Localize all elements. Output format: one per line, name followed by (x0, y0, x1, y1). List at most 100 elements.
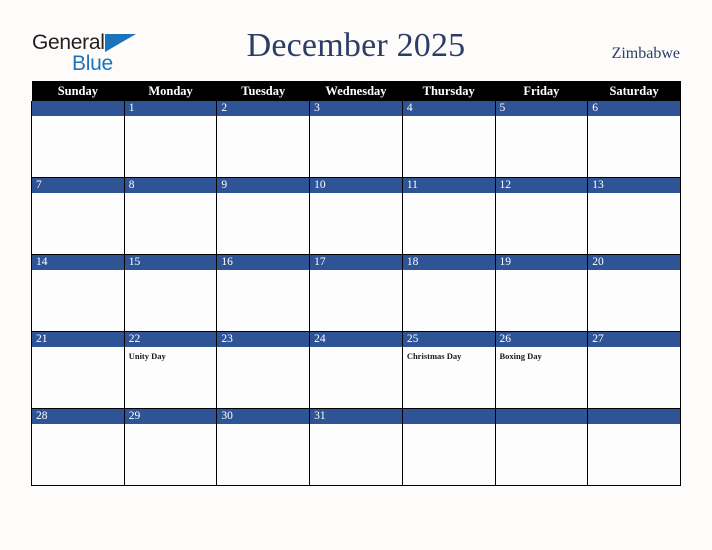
day-events: Christmas Day (403, 347, 495, 362)
calendar-day-cell[interactable]: 28 (31, 408, 125, 486)
calendar-week-row: 14 15 16 17 18 19 20 (31, 254, 681, 332)
day-cell-inner: 15 (124, 255, 217, 331)
day-cell-inner: 12 (495, 178, 588, 254)
day-cell-inner: 18 (402, 255, 495, 331)
calendar-day-cell[interactable]: 2 (216, 101, 311, 178)
weekday-header-thursday: Thursday (402, 81, 496, 101)
day-cell-inner (402, 409, 495, 485)
calendar-day-cell[interactable]: 13 (587, 177, 681, 255)
day-number: 2 (217, 101, 310, 116)
calendar-day-cell[interactable]: 4 (401, 101, 496, 178)
day-cell-inner: 17 (310, 255, 402, 331)
day-cell-inner: 7 (32, 178, 124, 254)
country-label: Zimbabwe (611, 45, 680, 62)
calendar-day-cell[interactable]: 31 (309, 408, 403, 486)
day-number: 27 (588, 332, 680, 347)
day-number: 7 (32, 178, 124, 193)
day-number: 1 (124, 101, 217, 116)
calendar-day-cell[interactable]: 18 (401, 254, 496, 332)
calendar-grid: Sunday Monday Tuesday Wednesday Thursday Frid… (31, 81, 681, 486)
day-cell-inner: 5 (495, 101, 588, 177)
calendar-day-cell[interactable]: 21 (31, 331, 125, 409)
day-number: 9 (217, 178, 310, 193)
day-events: Unity Day (125, 347, 217, 362)
day-cell-inner (495, 409, 588, 485)
day-number (588, 409, 680, 424)
calendar-day-cell[interactable]: 25 Christmas Day (401, 331, 496, 409)
day-number: 19 (495, 255, 588, 270)
day-number (402, 409, 495, 424)
day-cell-inner: 3 (310, 101, 402, 177)
calendar-day-cell[interactable]: 11 (401, 177, 496, 255)
day-cell-inner (32, 101, 124, 177)
day-number: 24 (310, 332, 402, 347)
calendar-week-row: 7 8 9 10 11 12 13 (31, 177, 681, 255)
day-cell-inner: 14 (32, 255, 124, 331)
day-number: 23 (217, 332, 310, 347)
day-number (495, 409, 588, 424)
calendar-day-cell[interactable]: 10 (309, 177, 403, 255)
day-cell-inner (588, 409, 680, 485)
calendar-day-cell[interactable]: 7 (31, 177, 125, 255)
calendar-day-cell[interactable]: 27 (587, 331, 681, 409)
calendar-day-cell[interactable]: 9 (216, 177, 311, 255)
day-number: 11 (402, 178, 495, 193)
day-number: 21 (32, 332, 124, 347)
calendar-day-cell[interactable]: 22 Unity Day (123, 331, 218, 409)
calendar-day-cell[interactable]: 6 (587, 101, 681, 178)
calendar-day-cell[interactable]: 24 (309, 331, 403, 409)
day-cell-inner: 9 (217, 178, 310, 254)
calendar-day-cell[interactable]: 19 (494, 254, 589, 332)
page-header: General Blue December 2025 Zimbabwe (0, 0, 712, 80)
day-number: 6 (588, 101, 680, 116)
weekday-header-monday: Monday (124, 81, 217, 101)
holiday-label: Boxing Day (499, 351, 542, 361)
calendar-day-cell[interactable]: 15 (123, 254, 218, 332)
day-number: 13 (588, 178, 680, 193)
day-cell-inner: 29 (124, 409, 217, 485)
day-cell-inner: 30 (217, 409, 310, 485)
calendar-day-cell[interactable]: 16 (216, 254, 311, 332)
day-cell-inner: 23 (217, 332, 310, 408)
page-title: December 2025 (246, 27, 466, 64)
day-number: 28 (32, 409, 124, 424)
calendar-page: General Blue December 2025 Zimbabwe Sund… (0, 0, 712, 550)
weekday-header-friday: Friday (495, 81, 588, 101)
calendar-day-cell[interactable]: 23 (216, 331, 311, 409)
calendar-day-cell[interactable]: 5 (494, 101, 589, 178)
day-number: 20 (588, 255, 680, 270)
calendar-day-cell[interactable]: 3 (309, 101, 403, 178)
day-number: 10 (310, 178, 402, 193)
day-number: 4 (402, 101, 495, 116)
calendar-empty-cell (587, 408, 681, 486)
calendar-week-row: 28 29 30 31 (31, 408, 681, 486)
day-cell-inner: 22 Unity Day (124, 332, 217, 408)
calendar-empty-cell (31, 101, 125, 178)
holiday-label: Unity Day (128, 351, 166, 361)
calendar-day-cell[interactable]: 17 (309, 254, 403, 332)
weekday-header-wednesday: Wednesday (309, 81, 403, 101)
day-cell-inner: 27 (588, 332, 680, 408)
day-number: 17 (310, 255, 402, 270)
day-cell-inner: 19 (495, 255, 588, 331)
calendar-day-cell[interactable]: 14 (31, 254, 125, 332)
calendar-week-row: 123456 (31, 101, 681, 178)
calendar-day-cell[interactable]: 12 (494, 177, 589, 255)
calendar-week-row: 21 22 Unity Day 23 24 25 Christmas Day 26 Boxing… (31, 331, 681, 409)
day-number: 12 (495, 178, 588, 193)
day-number: 26 (495, 332, 588, 347)
calendar-day-cell[interactable]: 26 Boxing Day (494, 331, 589, 409)
calendar-day-cell[interactable]: 1 (123, 101, 218, 178)
day-cell-inner: 6 (588, 101, 680, 177)
calendar-day-cell[interactable]: 29 (123, 408, 218, 486)
day-number: 8 (124, 178, 217, 193)
day-cell-inner: 24 (310, 332, 402, 408)
calendar-day-cell[interactable]: 30 (216, 408, 311, 486)
calendar-day-cell[interactable]: 20 (587, 254, 681, 332)
day-number: 5 (495, 101, 588, 116)
day-number: 22 (124, 332, 217, 347)
day-cell-inner: 8 (124, 178, 217, 254)
calendar-day-cell[interactable]: 8 (123, 177, 218, 255)
day-number: 15 (124, 255, 217, 270)
calendar-body: 1 2 3 4 5 6 7 8 9 10 11 12 13 14 15 16 17 18 19 20 21 22 Unity… (31, 101, 681, 486)
